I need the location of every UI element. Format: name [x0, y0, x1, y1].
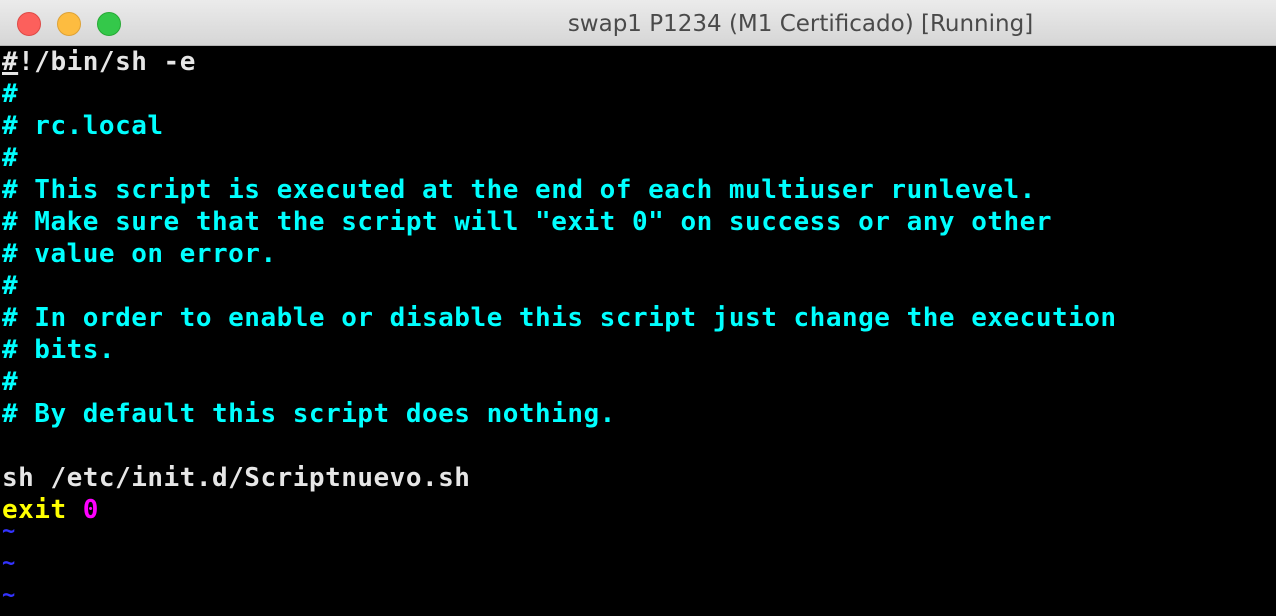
- text-cursor: #: [2, 47, 19, 77]
- comment-line: # value on error.: [2, 239, 277, 269]
- command-line: sh /etc/init.d/Scriptnuevo.sh: [2, 463, 471, 493]
- vim-editor[interactable]: #!/bin/sh -e # # rc.local # # This scrip…: [0, 46, 1276, 616]
- comment-line: #: [2, 271, 19, 301]
- exit-code: 0: [82, 495, 99, 525]
- vm-window: swap1 P1234 (M1 Certificado) [Running] #…: [0, 0, 1276, 616]
- comment-line: # In order to enable or disable this scr…: [2, 303, 1117, 333]
- empty-line-marker: ~: [2, 519, 16, 544]
- shebang-text: !/bin/sh -e: [18, 47, 196, 77]
- comment-line: # This script is executed at the end of …: [2, 175, 1036, 205]
- comment-line: #: [2, 367, 19, 397]
- empty-line-marker: ~: [2, 551, 16, 576]
- comment-line: # rc.local: [2, 111, 164, 141]
- comment-line: # Make sure that the script will "exit 0…: [2, 207, 1052, 237]
- comment-line: #: [2, 79, 19, 109]
- comment-line: # By default this script does nothing.: [2, 399, 616, 429]
- comment-line: # bits.: [2, 335, 116, 365]
- comment-line: #: [2, 143, 19, 173]
- shebang-line: #!/bin/sh -e: [2, 46, 196, 78]
- empty-line-marker: ~: [2, 583, 16, 608]
- window-title: swap1 P1234 (M1 Certificado) [Running]: [567, 11, 1034, 37]
- title-bar: swap1 P1234 (M1 Certificado) [Running]: [0, 0, 1276, 46]
- exit-line: exit 0: [2, 494, 99, 526]
